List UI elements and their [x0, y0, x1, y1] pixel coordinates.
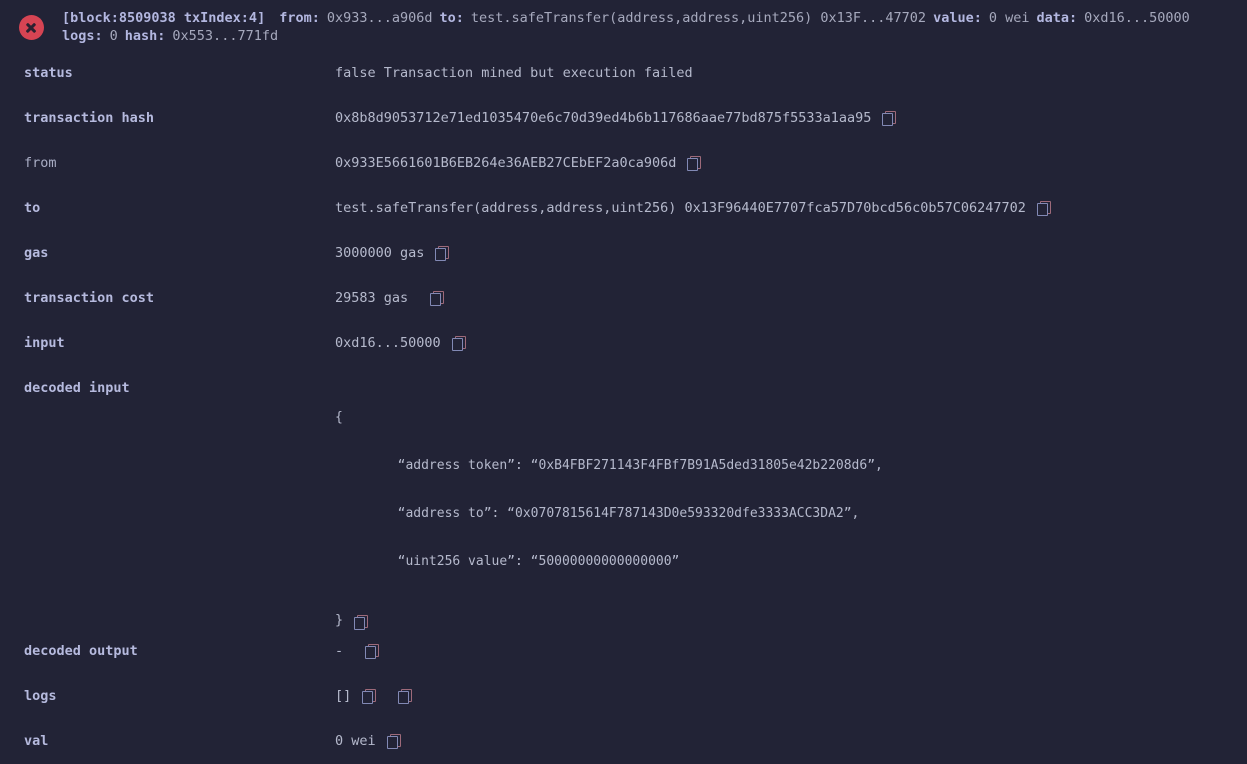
row-label-status: status — [24, 65, 73, 81]
copy-icon-transaction-cost[interactable] — [430, 291, 445, 306]
error-circle-x-icon — [18, 15, 44, 40]
logs-text: [] — [335, 688, 352, 704]
row-label-val: val — [24, 733, 49, 749]
decoded-input-line-to: “address to”: “0x0707815614F787143D0e593… — [335, 506, 860, 521]
copy-icon-gas[interactable] — [435, 246, 450, 261]
row-from: from 0x933E5661601B6EB264e36AEB27CEbEF2a… — [0, 141, 1247, 186]
transaction-summary-text: [block:8509038 txIndex:4] from: 0x933...a9… — [62, 7, 1190, 45]
transaction-hash-text: 0x8b8d9053712e71ed1035470e6c70d39ed4b6b1… — [335, 110, 872, 126]
row-label-decoded-output: decoded output — [24, 643, 138, 659]
logs-short-value: 0 — [109, 28, 118, 44]
decoded-input-code: { “address token”: “0xB4FBF271143F4FBf7B… — [335, 378, 883, 602]
value-short-value: 0 wei — [988, 10, 1030, 26]
to-key: to: — [439, 10, 464, 26]
row-val: val 0 wei — [0, 719, 1247, 764]
copy-icon-to[interactable] — [1036, 201, 1051, 216]
row-value-gas: 3000000 gas — [335, 231, 1247, 262]
row-label-transaction-hash: transaction hash — [24, 110, 155, 126]
row-transaction-hash: transaction hash 0x8b8d9053712e71ed10354… — [0, 96, 1247, 141]
from-short-value: 0x933...a906d — [326, 10, 433, 26]
to-address-text: test.safeTransfer(address,address,uint25… — [335, 200, 1026, 216]
row-value-decoded-output: - — [335, 629, 1247, 660]
hash-short-value: 0x553...771fd — [172, 28, 279, 44]
block-index-label: [block:8509038 txIndex:4] — [62, 10, 266, 26]
from-address-text: 0x933E5661601B6EB264e36AEB27CEbEF2a0ca90… — [335, 155, 677, 171]
row-value-status: false Transaction mined but execution fa… — [335, 51, 1247, 82]
data-key: data: — [1036, 10, 1078, 26]
decoded-input-close-brace: } — [335, 612, 344, 628]
row-logs: logs [] — [0, 674, 1247, 719]
row-value-decoded-input: { “address token”: “0xB4FBF271143F4FBf7B… — [335, 366, 1247, 630]
copy-icon-decoded-output[interactable] — [365, 644, 380, 659]
summary-line-1: [block:8509038 txIndex:4] from: 0x933...a9… — [62, 9, 1190, 27]
row-label-transaction-cost: transaction cost — [24, 290, 155, 306]
row-label-logs: logs — [24, 688, 57, 704]
copy-icon-decoded-input[interactable] — [354, 614, 369, 630]
gas-text: 3000000 gas — [335, 245, 425, 261]
row-status: status false Transaction mined but execu… — [0, 51, 1247, 96]
input-text: 0xd16...50000 — [335, 335, 441, 351]
row-label-from: from — [24, 155, 57, 171]
row-label-to: to — [24, 200, 41, 216]
decoded-input-line-value: “uint256 value”: “50000000000000000” — [335, 554, 680, 569]
row-label-decoded-input: decoded input — [24, 380, 130, 396]
from-key: from: — [279, 10, 320, 26]
transaction-log-terminal: [block:8509038 txIndex:4] from: 0x933...a9… — [0, 0, 1247, 749]
row-to: to test.safeTransfer(address,address,uin… — [0, 186, 1247, 231]
transaction-cost-text: 29583 gas — [335, 290, 409, 306]
hash-key: hash: — [124, 28, 166, 44]
row-transaction-cost: transaction cost 29583 gas — [0, 276, 1247, 321]
row-label-gas: gas — [24, 245, 49, 261]
val-text: 0 wei — [335, 733, 376, 749]
decoded-input-line-token: “address token”: “0xB4FBF271143F4FBf7B91… — [335, 458, 883, 473]
data-short-value: 0xd16...50000 — [1084, 10, 1190, 26]
row-label-input: input — [24, 335, 65, 351]
copy-icon-input[interactable] — [451, 336, 466, 351]
copy-icon-logs-raw[interactable] — [398, 689, 413, 704]
row-decoded-input: decoded input { “address token”: “0xB4FB… — [0, 366, 1247, 630]
decoded-output-text: - — [335, 643, 344, 659]
row-value-val: 0 wei — [335, 719, 1247, 750]
copy-icon-logs[interactable] — [362, 689, 377, 704]
to-short-value: test.safeTransfer(address,address,uint25… — [470, 10, 927, 26]
row-value-input: 0xd16...50000 — [335, 321, 1247, 352]
copy-icon-from[interactable] — [687, 156, 702, 171]
row-decoded-output: decoded output - — [0, 629, 1247, 674]
row-value-logs: [] — [335, 674, 1247, 705]
row-value-transaction-hash: 0x8b8d9053712e71ed1035470e6c70d39ed4b6b1… — [335, 96, 1247, 127]
copy-icon-val[interactable] — [386, 734, 401, 749]
copy-icon-transaction-hash[interactable] — [882, 111, 897, 126]
row-gas: gas 3000000 gas — [0, 231, 1247, 276]
transaction-detail-rows: status false Transaction mined but execu… — [0, 51, 1247, 764]
decoded-input-footer: } — [335, 611, 369, 630]
status-icon-container — [0, 7, 62, 40]
summary-line-2: logs: 0 hash: 0x553...771fd — [62, 27, 1190, 45]
row-value-transaction-cost: 29583 gas — [335, 276, 1247, 307]
value-key: value: — [933, 10, 982, 26]
row-value-to: test.safeTransfer(address,address,uint25… — [335, 186, 1247, 217]
row-value-from: 0x933E5661601B6EB264e36AEB27CEbEF2a0ca90… — [335, 141, 1247, 172]
transaction-summary-header[interactable]: [block:8509038 txIndex:4] from: 0x933...a9… — [0, 0, 1247, 51]
row-input: input 0xd16...50000 — [0, 321, 1247, 366]
status-text: false Transaction mined but execution fa… — [335, 65, 693, 81]
logs-key: logs: — [62, 28, 103, 44]
decoded-input-open-brace: { — [335, 410, 343, 425]
